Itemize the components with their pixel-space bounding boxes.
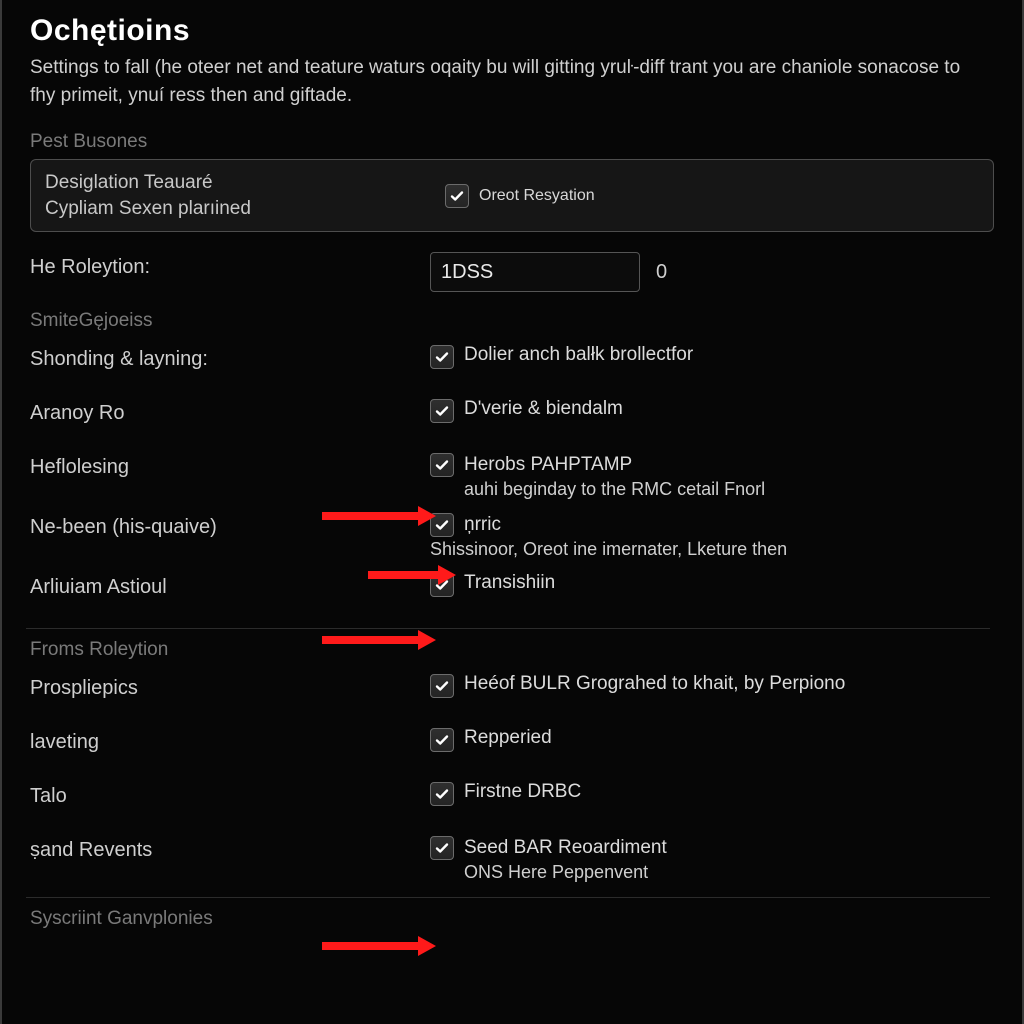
checkbox-laveting[interactable] xyxy=(430,728,454,752)
page-title: Ochętioins xyxy=(30,14,994,48)
roleytion-suffix: 0 xyxy=(650,261,667,284)
check-icon xyxy=(434,349,450,365)
checkbox-aranoy[interactable] xyxy=(430,399,454,423)
label-nebeen: Ne-been (his-quaive) xyxy=(30,512,430,539)
row-arliuiam: Arliuiam Astioul Transishiin xyxy=(30,566,994,620)
subnote-sand-revents: ONS Here Peppenvent xyxy=(464,862,667,883)
checkbox-talo[interactable] xyxy=(430,782,454,806)
checklabel-nebeen: ņrric xyxy=(464,514,501,536)
roleytion-row: He Roleytion: 0 xyxy=(30,246,994,300)
page-subtitle: Settings to fall (he oteer net and teatu… xyxy=(30,54,990,109)
row-nebeen: Ne-been (his-quaive) ņrric Shissinoor, O… xyxy=(30,506,994,566)
row-shonding: Shonding & layning: Dolier anch balłk br… xyxy=(30,338,994,392)
section-label-smite: SmiteGęjoeiss xyxy=(30,310,994,332)
checklabel-arliuiam: Transishiin xyxy=(464,572,555,594)
label-heflolesing: Heflolesing xyxy=(30,452,430,479)
check-icon xyxy=(434,577,450,593)
row-prospliepics: Prospliepics Heéof BULR Grograhed to kha… xyxy=(30,667,994,721)
row-sand-revents: ṣand Revents Seed BAR Reoardiment ONS He… xyxy=(30,829,994,889)
checklabel-prospliepics: Heéof BULR Grograhed to khait, by Perpio… xyxy=(464,673,845,695)
checkbox-shonding[interactable] xyxy=(430,345,454,369)
row-talo: Talo Firstne DRBC xyxy=(30,775,994,829)
check-icon xyxy=(434,403,450,419)
check-icon xyxy=(434,517,450,533)
designation-box-left: Desiglation Teauaré Cypliam Sexen plarıi… xyxy=(45,170,445,221)
row-heflolesing: Heflolesing Herobs PAHPTAMP auhi beginda… xyxy=(30,446,994,506)
oreot-resyation-label: Oreot Resyation xyxy=(479,187,595,205)
roleytion-input[interactable] xyxy=(430,252,640,292)
label-shonding: Shonding & layning: xyxy=(30,344,430,371)
oreot-resyation-checkbox[interactable] xyxy=(445,184,469,208)
check-icon xyxy=(434,786,450,802)
settings-panel: Ochętioins Settings to fall (he oteer ne… xyxy=(0,0,1024,1024)
label-arliuiam: Arliuiam Astioul xyxy=(30,572,430,599)
label-talo: Talo xyxy=(30,781,430,808)
checklabel-sand-revents: Seed BAR Reoardiment xyxy=(464,837,667,859)
designation-line2: Cypliam Sexen plarıined xyxy=(45,196,445,222)
label-laveting: laveting xyxy=(30,727,430,754)
section-label-pest-busones: Pest Busones xyxy=(30,131,994,153)
check-icon xyxy=(434,678,450,694)
checkbox-arliuiam[interactable] xyxy=(430,573,454,597)
checkbox-sand-revents[interactable] xyxy=(430,836,454,860)
row-aranoy: Aranoy Ro D'verie & biendalm xyxy=(30,392,994,446)
annotation-arrow-4 xyxy=(322,936,436,956)
subnote-heflolesing: auhi beginday to the RMC cetail Fnorl xyxy=(464,479,765,500)
checklabel-heflolesing: Herobs PAHPTAMP xyxy=(464,454,632,476)
checklabel-talo: Firstne DRBC xyxy=(464,781,581,803)
section-label-syscriint: Syscriint Ganvplonies xyxy=(30,908,994,930)
divider xyxy=(26,628,990,629)
subnote-nebeen: Shissinoor, Oreot ine imernater, Lketure… xyxy=(430,539,787,560)
check-icon xyxy=(434,457,450,473)
label-aranoy: Aranoy Ro xyxy=(30,398,430,425)
checkbox-prospliepics[interactable] xyxy=(430,674,454,698)
section-label-froms: Froms Roleytion xyxy=(30,639,994,661)
row-laveting: laveting Repperied xyxy=(30,721,994,775)
designation-box: Desiglation Teauaré Cypliam Sexen plarıi… xyxy=(30,159,994,232)
divider-2 xyxy=(26,897,990,898)
check-icon xyxy=(449,188,465,204)
roleytion-label: He Roleytion: xyxy=(30,252,430,279)
checklabel-aranoy: D'verie & biendalm xyxy=(464,398,623,420)
label-sand-revents: ṣand Revents xyxy=(30,835,430,862)
checkbox-heflolesing[interactable] xyxy=(430,453,454,477)
label-prospliepics: Prospliepics xyxy=(30,673,430,700)
checklabel-laveting: Repperied xyxy=(464,727,552,749)
designation-line1: Desiglation Teauaré xyxy=(45,170,445,196)
check-icon xyxy=(434,840,450,856)
check-icon xyxy=(434,732,450,748)
checklabel-shonding: Dolier anch balłk brollectfor xyxy=(464,344,693,366)
checkbox-nebeen[interactable] xyxy=(430,513,454,537)
